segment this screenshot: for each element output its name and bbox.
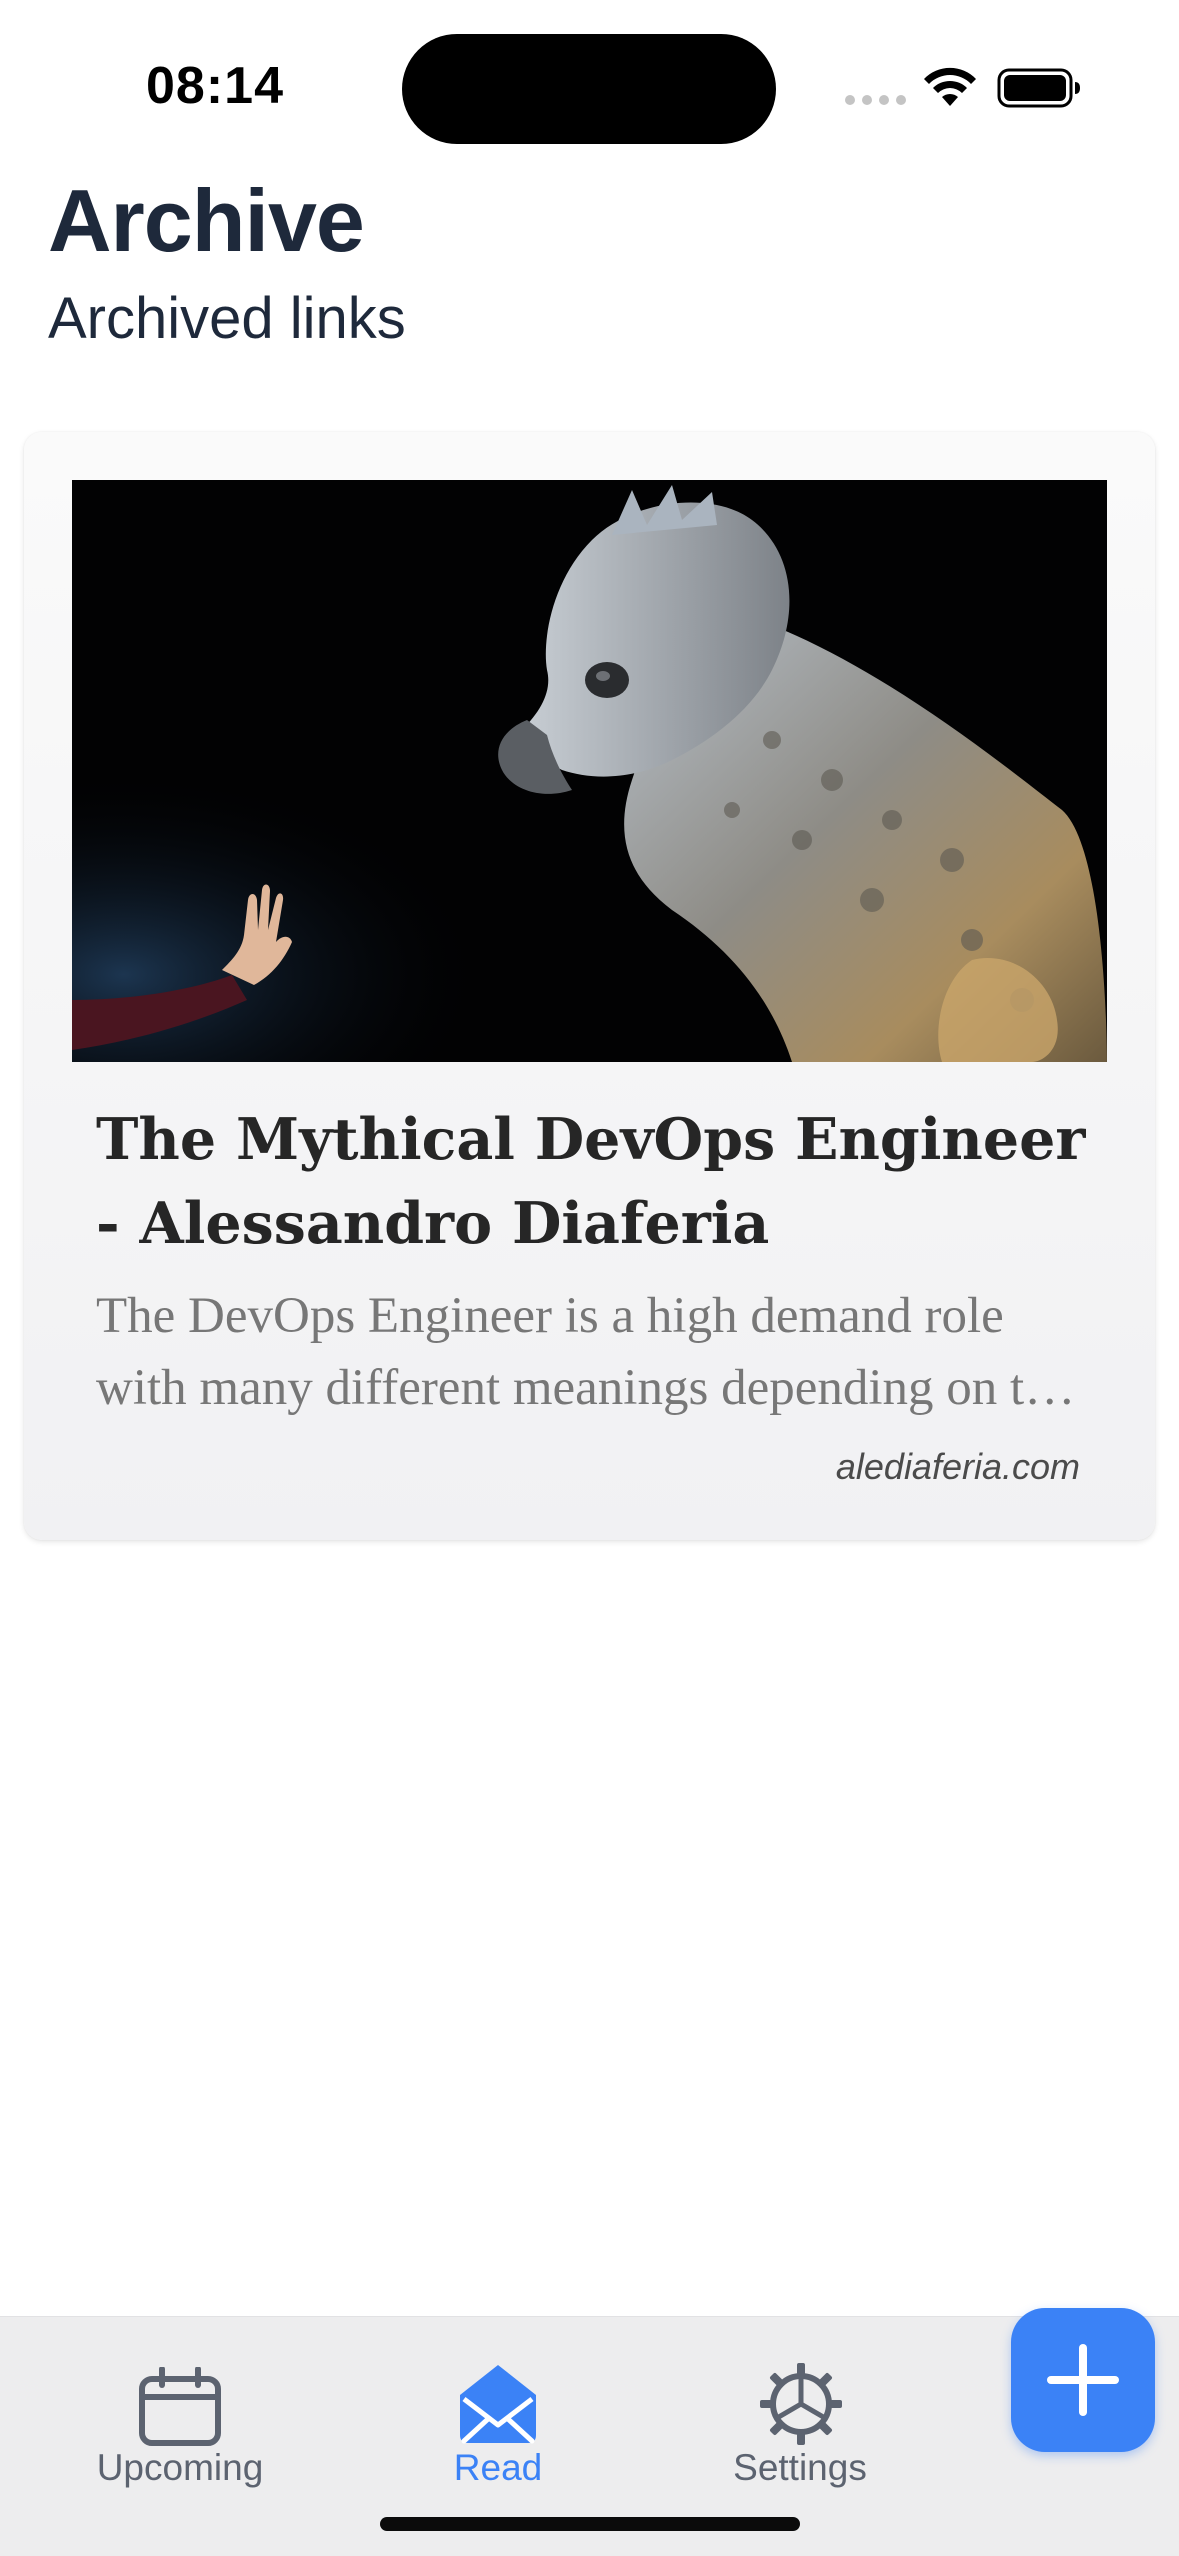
status-bar: 08:14 [0,0,1179,170]
page-subtitle: Archived links [48,286,406,351]
tab-read[interactable]: Read [378,2317,618,2517]
status-time: 08:14 [146,57,284,115]
calendar-icon [139,2367,221,2446]
page-title: Archive [48,171,365,270]
card-domain: alediaferia.com [835,1446,1080,1487]
tab-upcoming[interactable]: Upcoming [60,2317,300,2517]
wifi-icon [924,67,976,106]
tab-settings[interactable]: Settings [680,2317,920,2517]
card-image [72,480,1107,1062]
tab-label-read: Read [453,2447,543,2488]
tab-label-upcoming: Upcoming [96,2447,264,2488]
tab-label-settings: Settings [733,2447,867,2488]
battery-icon [997,68,1080,108]
gear-icon [760,2363,842,2445]
card-description: The DevOps Engineer is a high demand rol… [96,1288,1073,1416]
plus-icon [1047,2344,1119,2416]
home-indicator [380,2517,800,2531]
envelope-open-icon [460,2365,536,2444]
hippogriff-image [72,480,1107,1062]
add-link-button[interactable] [1011,2308,1155,2452]
cellular-signal-icon [845,95,906,105]
card-title[interactable]: The Mythical DevOps Engineer - Alessandr… [96,1098,1096,1266]
dynamic-island [402,34,776,144]
